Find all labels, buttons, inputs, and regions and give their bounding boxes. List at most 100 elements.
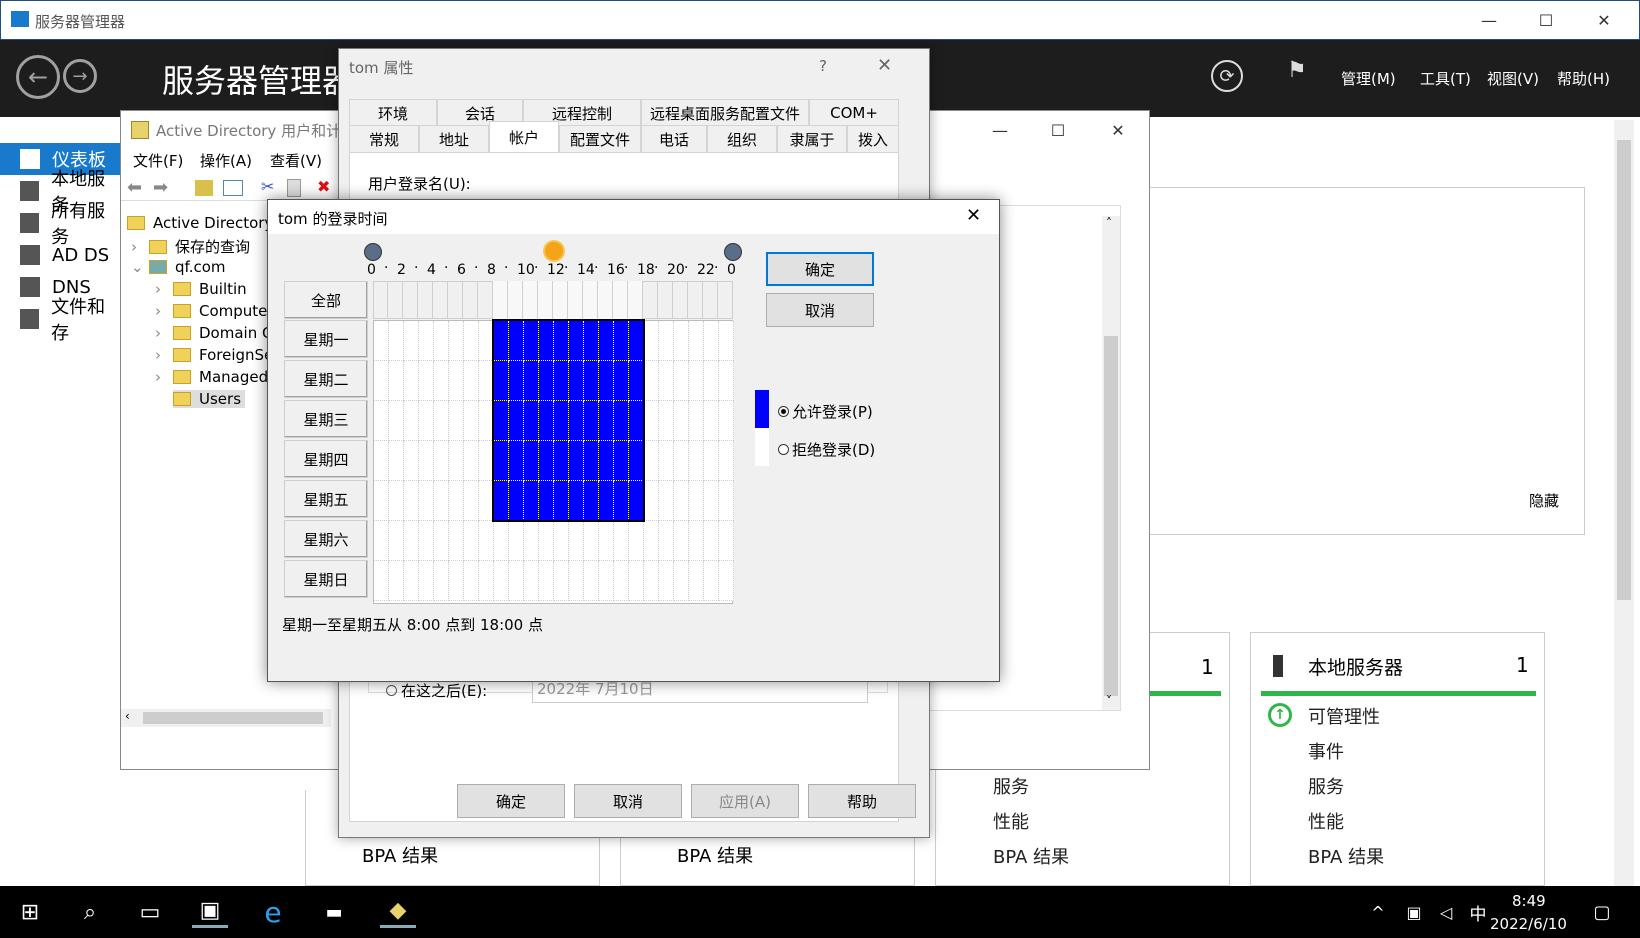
hour-cell[interactable] (659, 561, 674, 601)
hour-cell[interactable] (629, 521, 644, 561)
maximize-button[interactable]: ☐ (1523, 5, 1569, 35)
hour-cell[interactable] (404, 521, 419, 561)
hour-cell[interactable] (389, 401, 404, 441)
props-help-btn[interactable]: 帮助 (808, 784, 916, 818)
network-warning-icon[interactable]: ▣ (1396, 896, 1432, 928)
hour-cell[interactable] (434, 441, 449, 481)
hour-cell[interactable] (539, 521, 554, 561)
hour-cell[interactable] (539, 561, 554, 601)
tile-performance[interactable]: 性能 (1308, 808, 1344, 834)
hour-cell[interactable] (449, 561, 464, 601)
task-view-icon[interactable]: ▭ (132, 896, 168, 928)
forward-arrow-icon[interactable]: ➡ (153, 177, 168, 198)
tab-organization[interactable]: 组织 (707, 125, 777, 153)
hour-cell[interactable] (479, 521, 494, 561)
scrollbar-thumb[interactable] (1617, 140, 1631, 600)
hour-cell[interactable] (584, 561, 599, 601)
tile-services[interactable]: 服务 (1308, 773, 1344, 799)
tab-account[interactable]: 帐户 (489, 121, 559, 153)
scrollbar-vertical[interactable] (1614, 120, 1634, 886)
hour-cell[interactable] (719, 521, 734, 561)
hour-cell[interactable] (464, 321, 479, 361)
hour-cell[interactable] (689, 561, 704, 601)
tab-telephones[interactable]: 电话 (641, 125, 707, 153)
ad-menu-action[interactable]: 操作(A) (200, 150, 252, 171)
hour-cell[interactable] (434, 521, 449, 561)
tab-address[interactable]: 地址 (419, 125, 489, 153)
hour-cell[interactable] (614, 521, 629, 561)
tile-bpa[interactable]: BPA 结果 (993, 843, 1069, 869)
hour-cell[interactable] (569, 561, 584, 601)
day-row-button[interactable]: 星期三 (284, 400, 368, 438)
tile-events[interactable]: 事件 (1308, 738, 1344, 764)
hour-column-header[interactable] (463, 281, 478, 319)
volume-muted-icon[interactable]: ◁ (1428, 896, 1464, 928)
hour-cell[interactable] (704, 561, 719, 601)
chevron-down-icon[interactable]: ⌄ (131, 258, 149, 276)
ad-menu-view[interactable]: 查看(V) (270, 150, 322, 171)
close-button[interactable]: ✕ (1581, 5, 1627, 35)
ad-maximize-button[interactable]: ☐ (1035, 115, 1081, 145)
hour-cell[interactable] (674, 521, 689, 561)
hour-cell[interactable] (389, 441, 404, 481)
props-close-button[interactable]: ✕ (877, 55, 892, 76)
logon-cancel-button[interactable]: 取消 (766, 293, 874, 327)
props-cancel-button[interactable]: 取消 (574, 784, 682, 818)
hour-cell[interactable] (629, 561, 644, 601)
hour-column-header[interactable] (673, 281, 688, 319)
hour-cell[interactable] (644, 481, 659, 521)
hour-cell[interactable] (719, 361, 734, 401)
chevron-right-icon[interactable]: › (155, 324, 173, 342)
tile-bpa[interactable]: BPA 结果 (1308, 843, 1384, 869)
ad-tool-taskbar-icon[interactable]: ◆ (380, 896, 416, 928)
hour-cell[interactable] (434, 321, 449, 361)
hour-cell[interactable] (374, 561, 389, 601)
refresh-icon[interactable]: ⟳ (1211, 60, 1243, 92)
hour-cell[interactable] (434, 401, 449, 441)
hour-cell[interactable] (704, 321, 719, 361)
menu-help[interactable]: 帮助(H) (1557, 68, 1610, 89)
hour-cell[interactable] (689, 441, 704, 481)
hour-column-header[interactable] (403, 281, 418, 319)
hour-cell[interactable] (404, 361, 419, 401)
tree-item-domain[interactable]: ⌄ qf.com (131, 258, 226, 276)
hour-cell[interactable] (674, 561, 689, 601)
hour-column-header[interactable] (718, 281, 733, 319)
day-row-button[interactable]: 星期二 (284, 360, 368, 398)
hour-cell[interactable] (659, 401, 674, 441)
hour-column-header[interactable] (553, 281, 568, 319)
hour-cell[interactable] (689, 361, 704, 401)
hour-cell[interactable] (374, 361, 389, 401)
menu-manage[interactable]: 管理(M) (1341, 68, 1396, 89)
hour-cell[interactable] (704, 441, 719, 481)
hour-cell[interactable] (719, 561, 734, 601)
tile-bpa-2[interactable]: BPA 结果 (677, 842, 753, 868)
hour-cell[interactable] (644, 321, 659, 361)
search-icon[interactable]: ⌕ (72, 896, 108, 928)
day-row-button[interactable]: 星期一 (284, 320, 368, 358)
hour-cell[interactable] (659, 361, 674, 401)
chevron-right-icon[interactable]: › (155, 280, 173, 298)
tree-item-domain-controllers[interactable]: › Domain C (155, 324, 272, 342)
tile-performance[interactable]: 性能 (993, 808, 1029, 834)
tab-rds-profile[interactable]: 远程桌面服务配置文件 (641, 99, 809, 127)
hour-column-header[interactable] (613, 281, 628, 319)
hour-column-header[interactable] (523, 281, 538, 319)
hour-column-header[interactable] (448, 281, 463, 319)
tree-item-managed[interactable]: › Managed (155, 368, 268, 386)
hour-cell[interactable] (644, 361, 659, 401)
menu-view[interactable]: 视图(V) (1487, 68, 1539, 89)
tray-chevron-up-icon[interactable]: ^ (1360, 896, 1396, 928)
hour-column-header[interactable] (508, 281, 523, 319)
hour-cell[interactable] (389, 321, 404, 361)
hour-cell[interactable] (554, 561, 569, 601)
hour-cell[interactable] (464, 361, 479, 401)
expires-after-radio[interactable]: 在这之后(E): (386, 680, 487, 701)
clock-date[interactable]: 2022/6/10 (1490, 915, 1567, 933)
minimize-button[interactable]: — (1466, 5, 1512, 35)
hour-cell[interactable] (374, 521, 389, 561)
scroll-down-icon[interactable]: ˅ (1106, 694, 1112, 708)
hour-cell[interactable] (644, 401, 659, 441)
hour-cell[interactable] (389, 561, 404, 601)
hour-cell[interactable] (584, 521, 599, 561)
